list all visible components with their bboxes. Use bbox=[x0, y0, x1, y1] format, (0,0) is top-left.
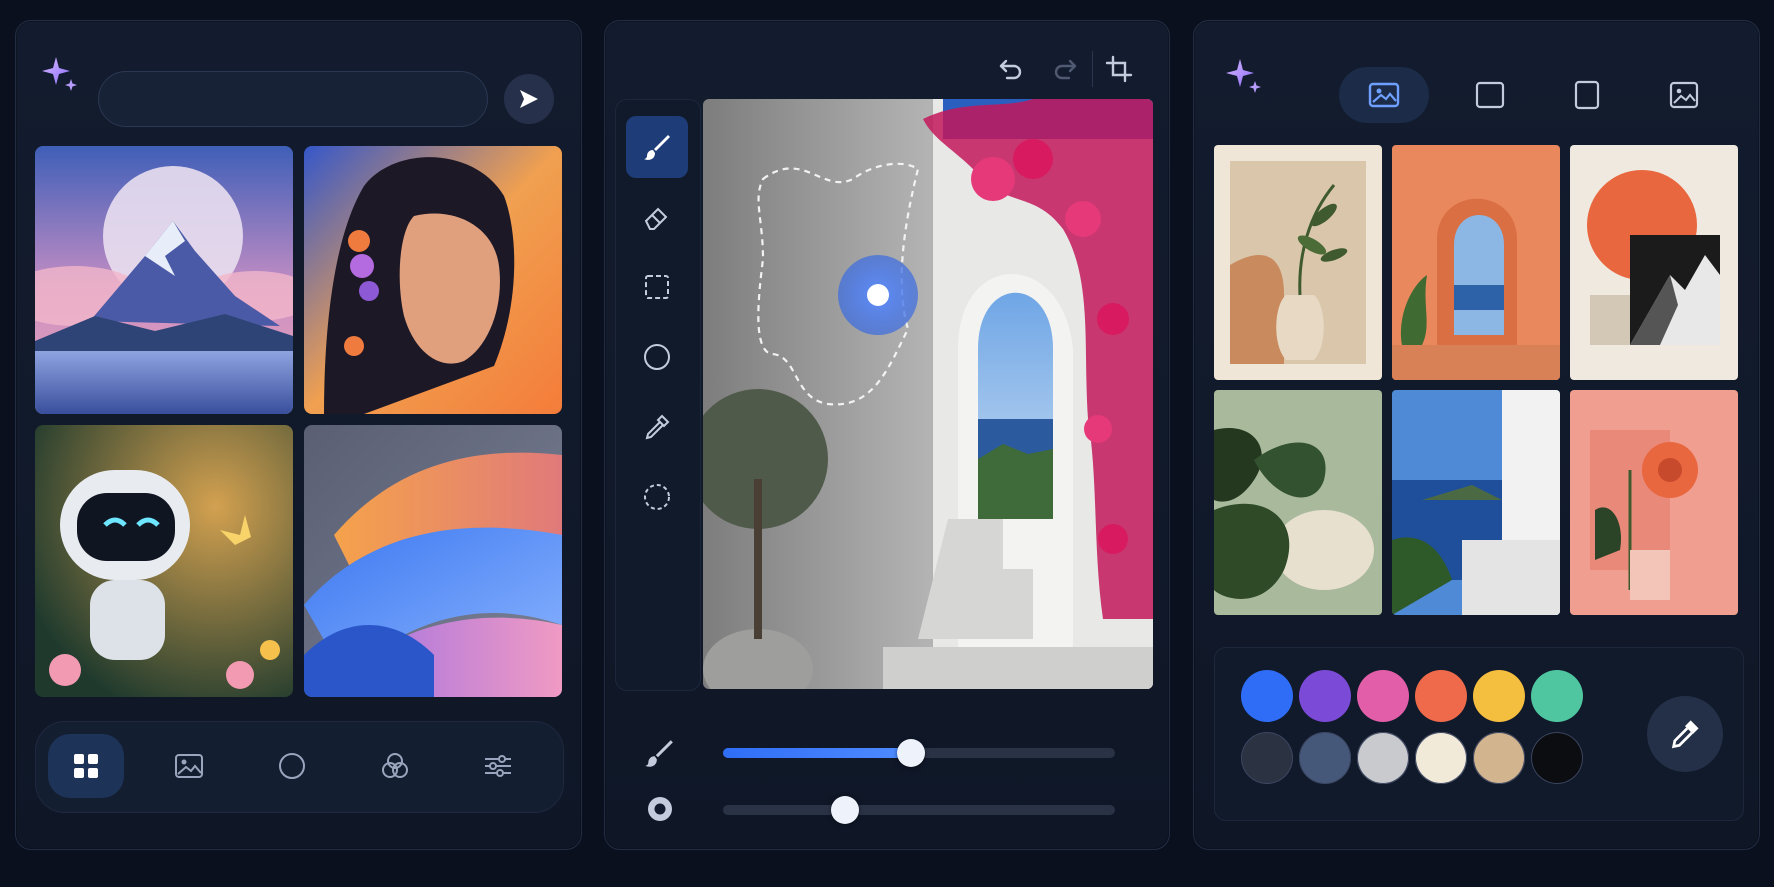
eyedropper-icon bbox=[645, 414, 670, 440]
color-swatch[interactable] bbox=[1473, 670, 1525, 722]
brush-size-slider-knob[interactable] bbox=[897, 739, 926, 767]
send-icon bbox=[520, 90, 538, 108]
tab-grid[interactable] bbox=[48, 734, 124, 798]
tool-ellipse[interactable] bbox=[626, 326, 688, 388]
crop-icon[interactable] bbox=[1105, 55, 1133, 83]
brush-size-slider[interactable] bbox=[723, 739, 1115, 767]
color-swatch[interactable] bbox=[1415, 670, 1467, 722]
gallery-image-moon-mountain[interactable] bbox=[35, 146, 293, 414]
send-button[interactable] bbox=[504, 74, 554, 124]
photo-icon bbox=[1669, 81, 1699, 109]
generator-panel bbox=[15, 20, 582, 850]
circle-icon bbox=[279, 753, 305, 779]
redo-icon[interactable] bbox=[1051, 55, 1079, 83]
image-landscape-icon bbox=[1368, 82, 1400, 108]
color-swatch[interactable] bbox=[1473, 732, 1525, 784]
hardness-icon bbox=[648, 797, 672, 821]
color-swatch[interactable] bbox=[1531, 670, 1583, 722]
tab-image[interactable] bbox=[151, 734, 227, 798]
eraser-icon bbox=[644, 207, 668, 230]
format-square[interactable] bbox=[1445, 67, 1535, 123]
style-image-arch[interactable] bbox=[1392, 145, 1560, 380]
style-image-mountain-collage[interactable] bbox=[1570, 145, 1738, 380]
tab-adjust[interactable] bbox=[460, 734, 536, 798]
tool-eraser[interactable] bbox=[626, 186, 688, 248]
color-swatch[interactable] bbox=[1415, 732, 1467, 784]
prompt-input[interactable] bbox=[98, 71, 488, 127]
undo-icon[interactable] bbox=[997, 55, 1025, 83]
brush-size-slider-fill bbox=[723, 748, 912, 758]
brush-hardness-slider[interactable] bbox=[723, 796, 1115, 824]
color-swatch[interactable] bbox=[1299, 670, 1351, 722]
gallery-tabbar bbox=[35, 721, 564, 813]
ellipse-icon bbox=[644, 344, 670, 370]
gallery-image-robot[interactable] bbox=[35, 425, 293, 697]
color-swatch[interactable] bbox=[1241, 670, 1293, 722]
sparkle-icon bbox=[42, 57, 77, 91]
editor-panel bbox=[604, 20, 1170, 850]
color-picker-button[interactable] bbox=[1647, 696, 1723, 772]
tab-circle[interactable] bbox=[254, 734, 330, 798]
editor-toolbar bbox=[989, 51, 1149, 87]
color-swatch[interactable] bbox=[1531, 732, 1583, 784]
brush-hardness-slider-knob[interactable] bbox=[830, 796, 859, 824]
brush-icon bbox=[644, 135, 670, 160]
tab-blend[interactable] bbox=[357, 734, 433, 798]
format-portrait[interactable] bbox=[1542, 67, 1632, 123]
style-image-leaf-shadow[interactable] bbox=[1214, 390, 1382, 615]
gallery-image-abstract-waves[interactable] bbox=[304, 425, 562, 697]
image-icon bbox=[175, 754, 203, 778]
marquee-icon bbox=[645, 275, 669, 299]
format-landscape[interactable] bbox=[1339, 67, 1429, 123]
tool-brush[interactable] bbox=[626, 116, 688, 178]
color-swatch[interactable] bbox=[1357, 670, 1409, 722]
portrait-icon bbox=[1574, 80, 1600, 110]
tool-lasso[interactable] bbox=[626, 466, 688, 528]
style-image-flower[interactable] bbox=[1570, 390, 1738, 615]
style-image-sea-view[interactable] bbox=[1392, 390, 1560, 615]
color-palette bbox=[1214, 647, 1744, 821]
tool-marquee-select[interactable] bbox=[626, 256, 688, 318]
style-image-vase[interactable] bbox=[1214, 145, 1382, 380]
sparkle-icon bbox=[1226, 59, 1261, 93]
format-photo[interactable] bbox=[1639, 67, 1729, 123]
edit-canvas[interactable] bbox=[703, 99, 1153, 689]
sliders-icon bbox=[485, 755, 511, 777]
tool-palette bbox=[615, 99, 701, 691]
color-swatch[interactable] bbox=[1299, 732, 1351, 784]
brush-size-icon bbox=[645, 740, 673, 767]
color-swatch[interactable] bbox=[1241, 732, 1293, 784]
style-panel bbox=[1193, 20, 1760, 850]
eyedropper-icon bbox=[1671, 720, 1699, 749]
gallery-image-portrait[interactable] bbox=[304, 146, 562, 414]
tool-eyedropper[interactable] bbox=[626, 396, 688, 458]
toolbar-divider bbox=[1092, 51, 1093, 87]
blend-icon bbox=[382, 753, 408, 778]
square-icon bbox=[1475, 81, 1505, 109]
lasso-icon bbox=[644, 484, 670, 510]
grid-icon bbox=[74, 754, 98, 778]
color-swatch[interactable] bbox=[1357, 732, 1409, 784]
